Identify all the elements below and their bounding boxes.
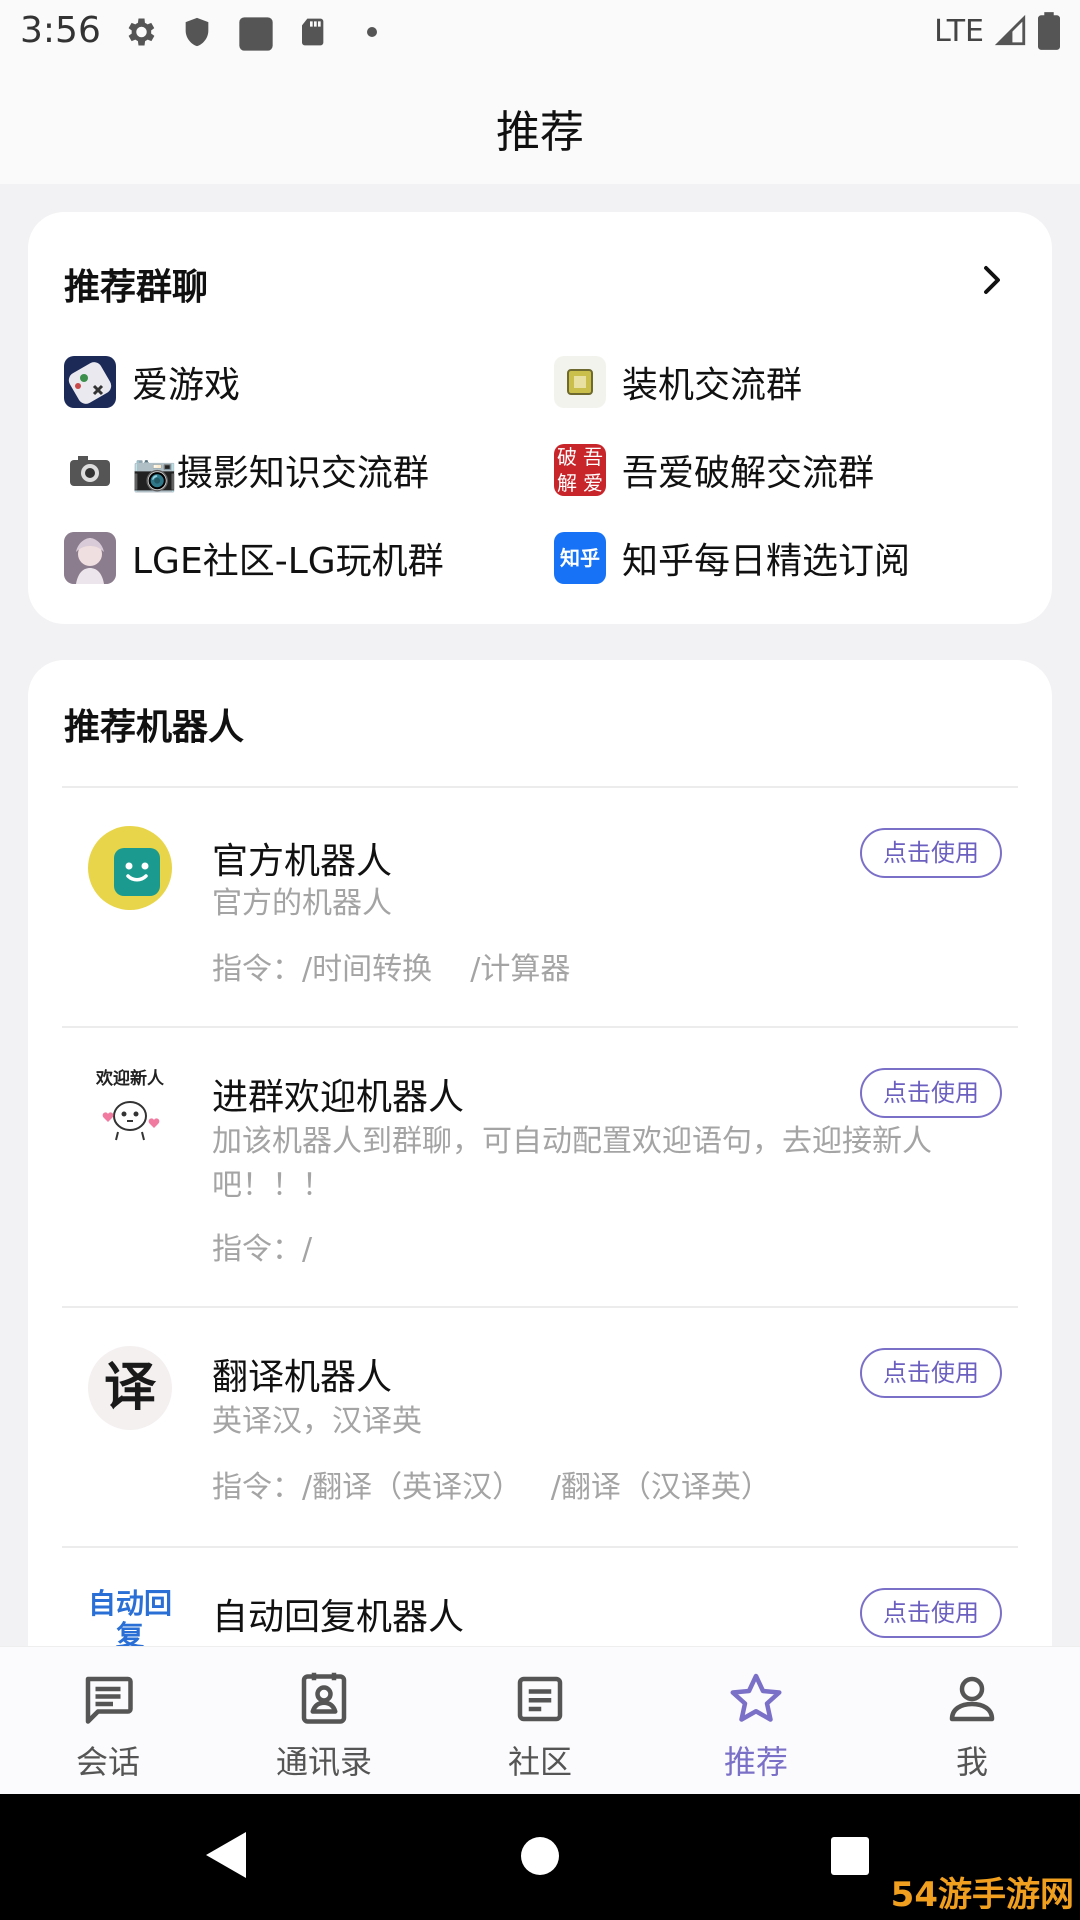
community-icon (517, 1676, 563, 1722)
network-type: LTE (934, 13, 984, 49)
nav-label: 社区 (507, 1743, 572, 1781)
status-bar: 3:56 LTE (0, 0, 1080, 64)
signal-icon (994, 14, 1026, 46)
group-item-pc-build[interactable]: 装机交流群 (554, 354, 802, 410)
watermark: 54游手游网 (890, 1875, 1074, 1915)
auto-reply-avatar-text: 自动回复 (88, 1588, 172, 1652)
nav-item-recommend[interactable]: 推荐 (648, 1647, 864, 1795)
bot-description: 加该机器人到群聊，可自动配置欢迎语句，去迎接新人吧！！！ (212, 1124, 932, 1203)
welcome-avatar-text: 欢迎新人 (96, 1069, 164, 1089)
nav-item-me[interactable]: 我 (864, 1647, 1080, 1795)
system-navigation-bar: 54游手游网 (0, 1794, 1080, 1920)
contacts-icon (301, 1672, 347, 1724)
nav-label: 我 (955, 1743, 988, 1781)
bot-commands: 指令：/翻译（英译汉） /翻译（汉译英） (212, 1470, 771, 1505)
shield-icon (185, 17, 209, 47)
page-title: 推荐 (496, 107, 584, 158)
recents-icon[interactable] (830, 1836, 870, 1876)
nav-label: 通讯录 (275, 1743, 372, 1781)
cpu-icon (554, 356, 606, 408)
translate-avatar-text: 译 (103, 1358, 156, 1418)
bot-description: 官方的机器人 (212, 886, 392, 921)
chat-icon (85, 1676, 133, 1724)
use-bot-button[interactable]: 点击使用 (860, 1348, 1002, 1398)
welcome-bot-avatar: 欢迎新人 (88, 1068, 172, 1152)
nav-label: 推荐 (723, 1743, 788, 1781)
status-time: 3:56 (20, 10, 101, 51)
bot-commands: 指令：/时间转换 /计算器 (212, 952, 571, 987)
gamepad-icon (64, 356, 116, 408)
group-item-zhihu[interactable]: 知乎 知乎每日精选订阅 (554, 530, 910, 586)
nav-item-contacts[interactable]: 通讯录 (216, 1647, 432, 1795)
use-bot-button[interactable]: 点击使用 (860, 828, 1002, 878)
bot-row-welcome[interactable]: 欢迎新人 进群欢迎机器人 加该机器人到群聊，可自动配置欢迎语句，去迎接新人吧！！… (62, 1026, 1018, 1306)
nav-label: 会话 (75, 1743, 140, 1781)
translate-bot-avatar: 译 (88, 1346, 172, 1430)
group-label: 爱游戏 (132, 365, 241, 406)
group-label: 吾爱破解交流群 (622, 453, 875, 494)
camera-icon (64, 444, 116, 496)
zhihu-logo-text: 知乎 (560, 546, 600, 570)
sd-card-icon (302, 18, 324, 46)
star-icon (730, 1673, 782, 1722)
bot-name: 官方机器人 (212, 841, 393, 882)
official-bot-avatar (88, 826, 172, 910)
bot-name: 进群欢迎机器人 (212, 1077, 465, 1118)
use-bot-button[interactable]: 点击使用 (860, 1588, 1002, 1638)
square-app-icon (239, 17, 273, 51)
crack-logo-char: 解 (557, 471, 577, 495)
bot-commands: 指令：/ (212, 1232, 313, 1267)
group-item-games[interactable]: 爱游戏 (64, 354, 240, 410)
crack-logo-char: 破 (557, 445, 577, 469)
nav-item-community[interactable]: 社区 (432, 1647, 648, 1795)
crack-logo-icon: 破 吾 解 爱 (554, 444, 606, 496)
recommended-groups-card: 推荐群聊 爱游戏 装机交流群 📷摄影知识交流群 破 吾 解 爱 吾爱破解交流群 … (28, 212, 1052, 624)
profile-icon (949, 1676, 995, 1722)
group-label: 知乎每日精选订阅 (622, 541, 911, 582)
recommended-bots-title: 推荐机器人 (64, 707, 245, 748)
recommended-groups-title: 推荐群聊 (64, 267, 209, 308)
group-item-52pojie[interactable]: 破 吾 解 爱 吾爱破解交流群 (554, 442, 874, 498)
bot-row-official[interactable]: 官方机器人 官方的机器人 指令：/时间转换 /计算器 点击使用 (62, 786, 1018, 1026)
nav-item-chats[interactable]: 会话 (0, 1647, 216, 1795)
notification-dot-icon (367, 27, 377, 37)
bot-description: 英译汉，汉译英 (212, 1404, 422, 1439)
anime-avatar-icon (64, 532, 116, 584)
group-label: 📷摄影知识交流群 (132, 453, 429, 494)
bot-name: 翻译机器人 (212, 1357, 393, 1398)
crack-logo-char: 爱 (583, 471, 603, 495)
home-icon[interactable] (520, 1836, 560, 1876)
group-label: LGE社区-LG玩机群 (132, 541, 444, 582)
bottom-navigation: 会话 通讯录 社区 推荐 我 (0, 1646, 1080, 1794)
battery-icon (1038, 12, 1060, 50)
group-item-photography[interactable]: 📷摄影知识交流群 (64, 442, 429, 498)
group-item-lge[interactable]: LGE社区-LG玩机群 (64, 530, 444, 586)
bot-row-translate[interactable]: 译 翻译机器人 英译汉，汉译英 指令：/翻译（英译汉） /翻译（汉译英） 点击使… (62, 1306, 1018, 1546)
chevron-right-icon[interactable] (974, 262, 1010, 298)
settings-icon (128, 18, 155, 46)
zhihu-icon: 知乎 (554, 532, 606, 584)
group-label: 装机交流群 (622, 365, 803, 406)
bot-name: 自动回复机器人 (212, 1597, 465, 1638)
use-bot-button[interactable]: 点击使用 (860, 1068, 1002, 1118)
back-icon[interactable] (204, 1830, 248, 1880)
crack-logo-char: 吾 (583, 445, 603, 469)
app-header: 推荐 (0, 64, 1080, 184)
